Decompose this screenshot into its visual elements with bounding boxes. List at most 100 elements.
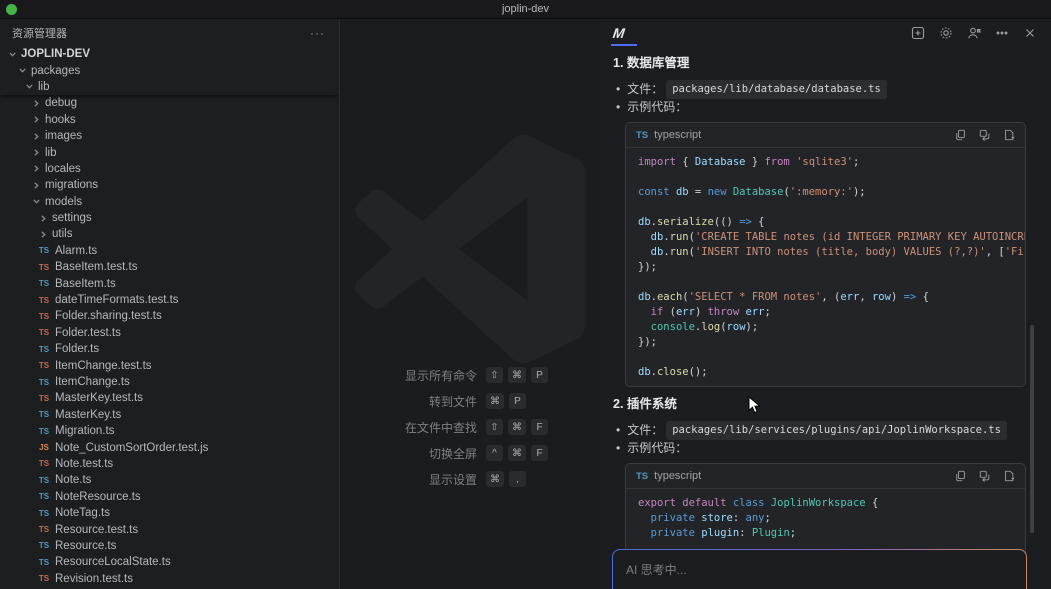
tree-item-label: Note.ts (55, 474, 91, 486)
ts-file-icon: TS (37, 378, 51, 387)
profile-button[interactable] (966, 25, 981, 40)
chevron-right-icon (30, 130, 42, 142)
tree-item-masterkey-test-ts[interactable]: TSMasterKey.test.ts (0, 390, 339, 406)
ai-input-border: AI 思考中... (612, 549, 1027, 589)
title-bar: joplin-dev (0, 0, 1051, 19)
bullet-item: 示例代码： (616, 99, 1051, 116)
tree-item-utils[interactable]: utils (0, 226, 339, 242)
traffic-light-green[interactable] (6, 4, 17, 15)
tree-item-itemchange-test-ts[interactable]: TSItemChange.test.ts (0, 357, 339, 373)
shortcut-row: 显示设置⌘, (341, 471, 600, 487)
code-line: db.run('CREATE TABLE notes (id INTEGER P… (638, 230, 1013, 245)
tree-item-label: BaseItem.ts (55, 278, 116, 290)
tree-item-debug[interactable]: debug (0, 95, 339, 111)
chevron-right-icon (30, 114, 42, 126)
tree-item-noteresource-ts[interactable]: TSNoteResource.ts (0, 489, 339, 505)
file-plus-icon (1003, 129, 1015, 141)
code-line: db.close(); (638, 365, 1013, 380)
assistant-actions (910, 25, 1037, 40)
ts-lang-icon: TS (636, 130, 648, 141)
chevron-down-icon (16, 65, 28, 77)
file-path-chip[interactable]: packages/lib/database/database.ts (666, 80, 887, 99)
tree-item-baseitem-ts[interactable]: TS BaseItem.ts (0, 275, 339, 291)
tree-item-models[interactable]: models (0, 194, 339, 210)
explorer-sidebar: 资源管理器 ··· JOPLIN-DEVpackageslibdebughook… (0, 19, 340, 589)
tree-item-label: Note.test.ts (55, 458, 113, 470)
ts-file-icon: TS (37, 574, 51, 583)
panel-scrollbar[interactable] (1030, 325, 1034, 533)
copy-icon (955, 129, 967, 141)
close-button[interactable] (1022, 25, 1037, 40)
tree-item-migration-ts[interactable]: TSMigration.ts (0, 423, 339, 439)
chevron-right-icon (30, 179, 42, 191)
explorer-title: 资源管理器 (12, 25, 67, 41)
tree-item-packages[interactable]: packages (0, 62, 339, 78)
tree-item-lib[interactable]: lib (0, 144, 339, 160)
tree-item-lib[interactable]: lib (0, 79, 339, 95)
more-button[interactable] (994, 25, 1009, 40)
chevron-down-icon (30, 196, 42, 208)
code-line: }); (638, 335, 1013, 350)
tree-item-note-ts[interactable]: TSNote.ts (0, 472, 339, 488)
tree-item-label: Revision.test.ts (55, 573, 133, 585)
key-cap: F (531, 419, 548, 435)
insert-button[interactable] (978, 470, 991, 483)
tree-item-resource-test-ts[interactable]: TSResource.test.ts (0, 521, 339, 537)
tree-item-folder-ts[interactable]: TSFolder.ts (0, 341, 339, 357)
tree-item-migrations[interactable]: migrations (0, 177, 339, 193)
tree-item-resourcelocalstate-ts[interactable]: TSResourceLocalState.ts (0, 554, 339, 570)
key-cap: ⌘ (508, 445, 526, 461)
tree-item-folder-test-ts[interactable]: TSFolder.test.ts (0, 325, 339, 341)
tree-item-joplin-dev[interactable]: JOPLIN-DEV (0, 46, 339, 62)
code-language-label: typescript (654, 129, 701, 141)
tree-item-alarm-ts[interactable]: TSAlarm.ts (0, 243, 339, 259)
code-body: import { Database } from 'sqlite3'; cons… (626, 148, 1025, 386)
tree-item-hooks[interactable]: hooks (0, 112, 339, 128)
tree-item-settings[interactable]: settings (0, 210, 339, 226)
shortcut-row: 切换全屏^⌘F (341, 445, 600, 461)
tree-item-revision-test-ts[interactable]: TS Revision.test.ts (0, 571, 339, 587)
chevron-right-icon (30, 163, 42, 175)
new-file-button[interactable] (1002, 470, 1015, 483)
vscode-icon (355, 134, 585, 364)
section-bullets: 文件：packages/lib/database/database.ts示例代码… (616, 80, 1051, 115)
tree-item-folder-sharing-test-ts[interactable]: TSFolder.sharing.test.ts (0, 308, 339, 324)
tree-item-note-test-ts[interactable]: TS Note.test.ts (0, 456, 339, 472)
assistant-logo: M (612, 25, 626, 41)
tree-item-masterkey-ts[interactable]: TSMasterKey.ts (0, 407, 339, 423)
tree-item-notetag-ts[interactable]: TSNoteTag.ts (0, 505, 339, 521)
insert-button[interactable] (978, 129, 991, 142)
copy-button[interactable] (954, 470, 967, 483)
tree-item-itemchange-ts[interactable]: TSItemChange.ts (0, 374, 339, 390)
tree-item-label: utils (52, 228, 72, 240)
bullet-label: 示例代码： (627, 99, 687, 116)
tree-item-note-customsortorder-test-js[interactable]: JSNote_CustomSortOrder.test.js (0, 439, 339, 455)
key-cap: ⌘ (486, 393, 504, 409)
new-chat-button[interactable] (910, 25, 925, 40)
shortcut-row: 转到文件⌘P (341, 393, 600, 409)
file-path-chip[interactable]: packages/lib/services/plugins/api/Joplin… (666, 421, 1007, 440)
tree-item-datetimeformats-test-ts[interactable]: TSdateTimeFormats.test.ts (0, 292, 339, 308)
ts-file-icon: TS (37, 427, 51, 436)
ts-file-icon: TS (37, 509, 51, 518)
watermark-shortcuts: 显示所有命令⇧⌘P转到文件⌘P在文件中查找⇧⌘F切换全屏^⌘F显示设置⌘, (341, 367, 600, 487)
tree-item-label: packages (31, 65, 80, 77)
new-file-button[interactable] (1002, 129, 1015, 142)
tree-item-images[interactable]: images (0, 128, 339, 144)
tree-item-label: migrations (45, 179, 98, 191)
ts-file-icon: TS (37, 279, 51, 288)
shortcut-keys: ^⌘F (486, 445, 582, 461)
ts-file-icon: TS (37, 459, 51, 468)
tree-item-resource-ts[interactable]: TSResource.ts (0, 538, 339, 554)
copy-button[interactable] (954, 129, 967, 142)
tree-item-locales[interactable]: locales (0, 161, 339, 177)
tree-item-baseitem-test-ts[interactable]: TSBaseItem.test.ts (0, 259, 339, 275)
code-block-1: TS typescript import { Database } from 'sq… (625, 122, 1026, 387)
settings-button[interactable] (938, 25, 953, 40)
shortcut-keys: ⌘, (486, 471, 582, 487)
chevron-right-icon (30, 97, 42, 109)
js-file-icon: JS (37, 443, 51, 452)
chevron-down-icon (6, 48, 18, 60)
ai-chat-input[interactable]: AI 思考中... (613, 550, 1026, 589)
ellipsis-icon[interactable]: ··· (310, 26, 325, 40)
